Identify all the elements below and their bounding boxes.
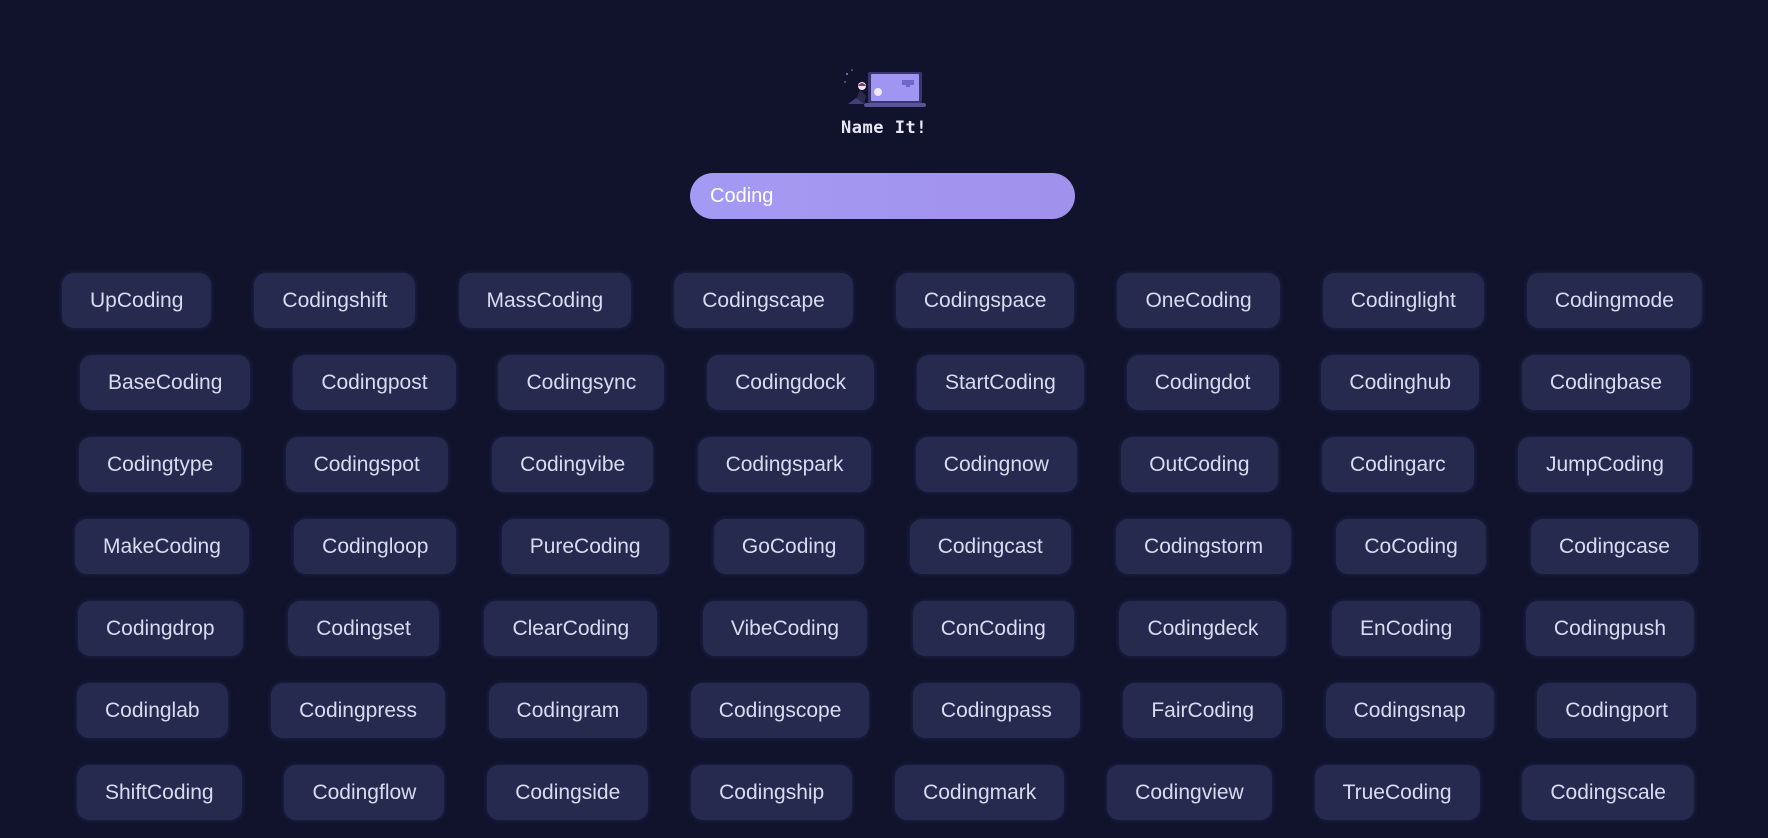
name-chip[interactable]: Codingarc	[1321, 437, 1474, 492]
name-row: MakeCoding Codingloop PureCoding GoCodin…	[62, 519, 1702, 574]
name-chip[interactable]: PureCoding	[501, 519, 669, 574]
name-chip[interactable]: Codingshift	[254, 273, 416, 328]
name-chip[interactable]: Codingdot	[1126, 355, 1279, 410]
name-chip[interactable]: JumpCoding	[1518, 437, 1692, 492]
name-row: ShiftCoding Codingflow Codingside Coding…	[62, 765, 1702, 820]
name-chip[interactable]: Codingcast	[909, 519, 1071, 574]
name-chip[interactable]: Codingsnap	[1325, 683, 1494, 738]
name-chip[interactable]: Codingpass	[912, 683, 1080, 738]
name-chip[interactable]: GoCoding	[713, 519, 865, 574]
name-chip[interactable]: Codingnow	[915, 437, 1077, 492]
laptop-illustration-icon	[844, 69, 926, 107]
name-chip[interactable]: Codingmode	[1526, 273, 1702, 328]
name-chip[interactable]: MakeCoding	[75, 519, 249, 574]
name-row: UpCoding Codingshift MassCoding Codingsc…	[62, 273, 1702, 328]
name-chip[interactable]: Codingspot	[285, 437, 448, 492]
name-chip[interactable]: OutCoding	[1121, 437, 1278, 492]
name-chip[interactable]: Codingdeck	[1119, 601, 1287, 656]
name-chip[interactable]: Codingpost	[293, 355, 456, 410]
name-chip[interactable]: StartCoding	[916, 355, 1084, 410]
name-chip[interactable]: OneCoding	[1117, 273, 1280, 328]
name-chip[interactable]: Codingscope	[690, 683, 870, 738]
name-chip[interactable]: ClearCoding	[484, 601, 658, 656]
name-chip[interactable]: BaseCoding	[80, 355, 251, 410]
name-chip[interactable]: Codingset	[288, 601, 439, 656]
name-chip[interactable]: VibeCoding	[702, 601, 868, 656]
name-chip[interactable]: Codingdrop	[78, 601, 243, 656]
name-row: Codinglab Codingpress Codingram Codingsc…	[62, 683, 1702, 738]
name-chip[interactable]: Codingscape	[674, 273, 853, 328]
name-chip[interactable]: Codingpress	[271, 683, 446, 738]
name-chip[interactable]: Codingspace	[895, 273, 1075, 328]
search-input[interactable]	[690, 173, 1075, 219]
name-chip[interactable]: Codingview	[1107, 765, 1272, 820]
name-chip[interactable]: Codingdock	[707, 355, 875, 410]
name-chip[interactable]: Codingship	[691, 765, 853, 820]
name-chip[interactable]: Codingstorm	[1116, 519, 1292, 574]
name-chip[interactable]: Codingtype	[79, 437, 242, 492]
brand-header: Name It!	[0, 68, 1768, 139]
name-chip[interactable]: TrueCoding	[1314, 765, 1480, 820]
name-chip[interactable]: Codingside	[487, 765, 649, 820]
name-chip[interactable]: Codingmark	[895, 765, 1065, 820]
name-suggestions-grid: UpCoding Codingshift MassCoding Codingsc…	[62, 273, 1702, 838]
name-chip[interactable]: Codingflow	[284, 765, 445, 820]
name-chip[interactable]: Codingscale	[1522, 765, 1694, 820]
name-chip[interactable]: MassCoding	[458, 273, 632, 328]
name-chip[interactable]: Codingpush	[1525, 601, 1694, 656]
name-row: Codingdrop Codingset ClearCoding VibeCod…	[62, 601, 1702, 656]
name-chip[interactable]: Codingvibe	[492, 437, 654, 492]
name-row: BaseCoding Codingpost Codingsync Codingd…	[62, 355, 1702, 410]
name-chip[interactable]: UpCoding	[62, 273, 212, 328]
name-chip[interactable]: Codingspark	[697, 437, 872, 492]
name-chip[interactable]: FairCoding	[1123, 683, 1283, 738]
name-chip[interactable]: Codingloop	[294, 519, 457, 574]
name-chip[interactable]: ShiftCoding	[77, 765, 242, 820]
name-chip[interactable]: EnCoding	[1332, 601, 1481, 656]
name-chip[interactable]: Codingcase	[1531, 519, 1698, 574]
page: Name It! UpCoding Codingshift MassCoding…	[0, 0, 1768, 838]
name-chip[interactable]: CoCoding	[1336, 519, 1486, 574]
name-chip[interactable]: Codingram	[488, 683, 648, 738]
name-chip[interactable]: Codingport	[1537, 683, 1696, 738]
name-chip[interactable]: Codinglab	[77, 683, 228, 738]
app-title: Name It!	[841, 118, 927, 138]
name-chip[interactable]: Codingbase	[1521, 355, 1690, 410]
name-chip[interactable]: Codingsync	[498, 355, 665, 410]
name-row: Codingtype Codingspot Codingvibe Codings…	[62, 437, 1702, 492]
name-chip[interactable]: Codinglight	[1322, 273, 1484, 328]
name-chip[interactable]: ConCoding	[912, 601, 1074, 656]
name-chip[interactable]: Codinghub	[1321, 355, 1479, 410]
